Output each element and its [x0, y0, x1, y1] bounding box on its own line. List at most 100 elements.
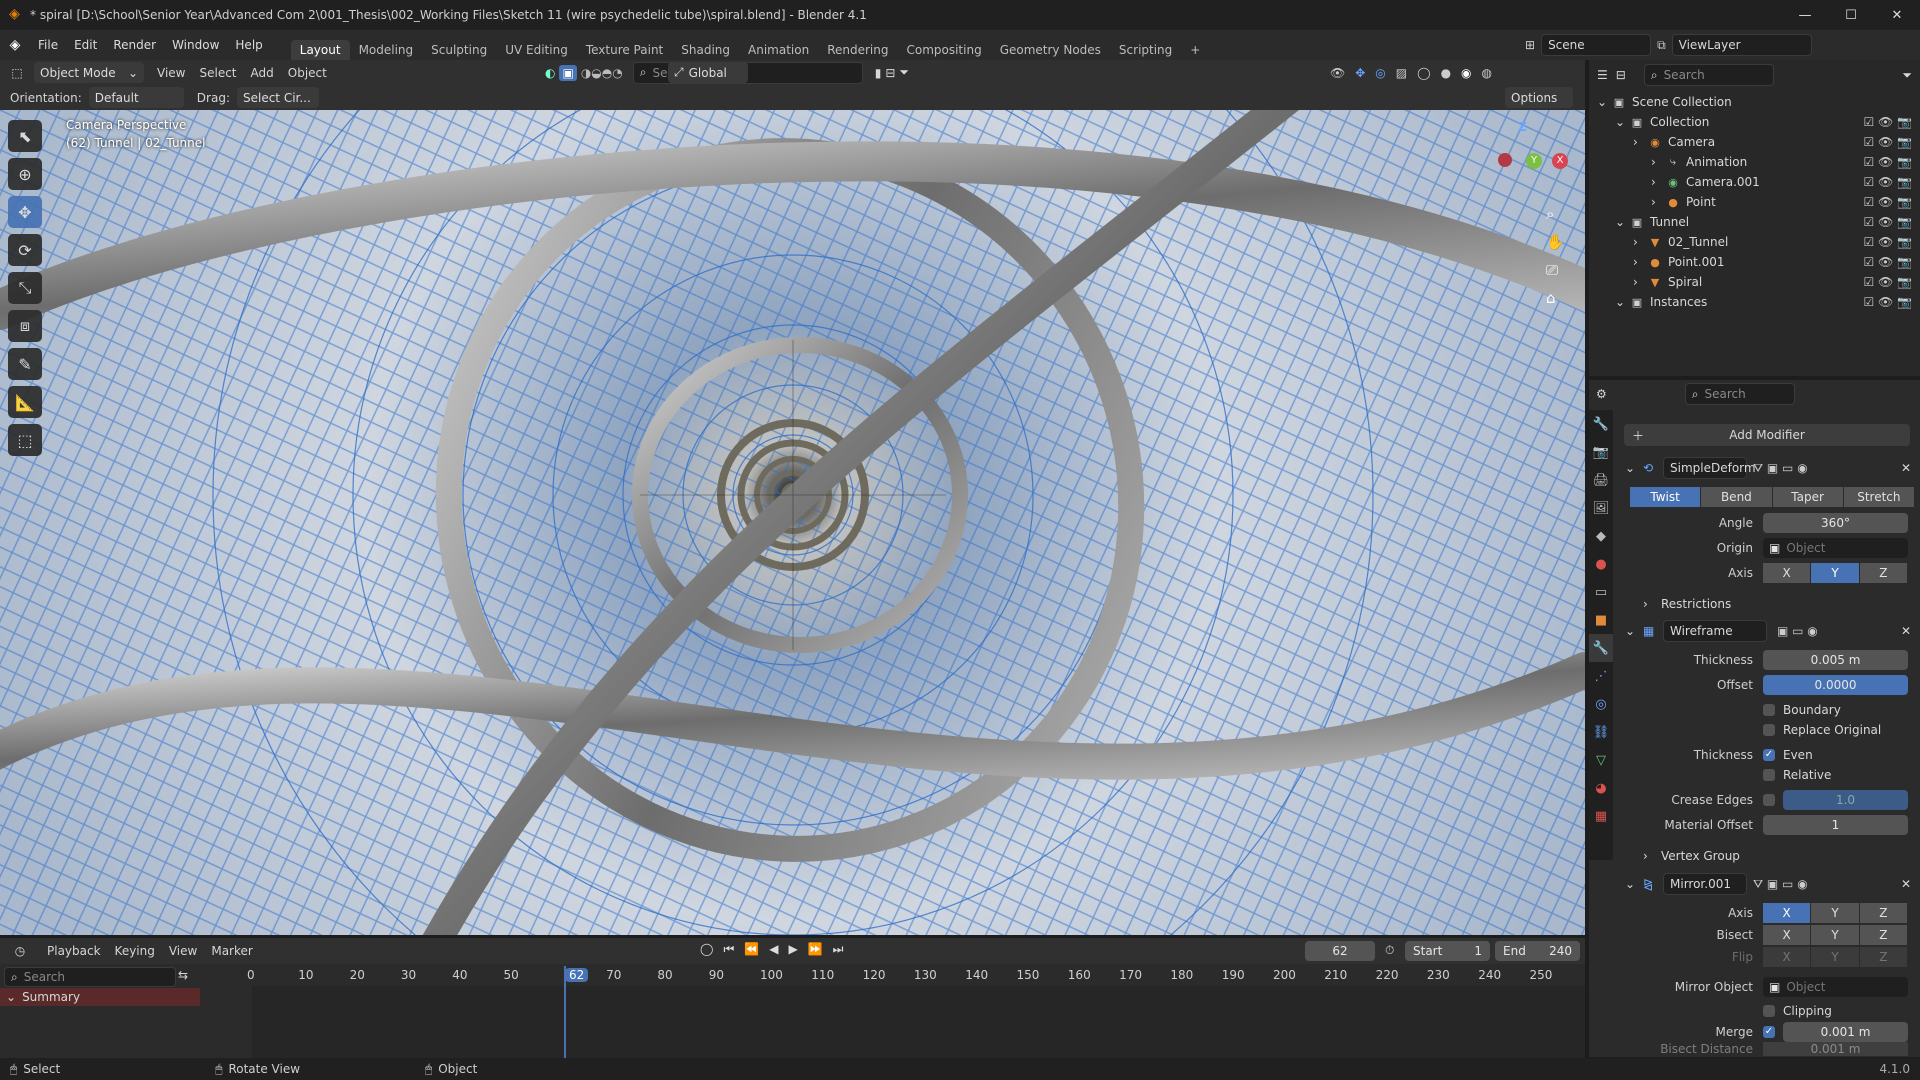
select-mode-icons[interactable]: ◑◒◓◔ — [581, 66, 623, 80]
playhead[interactable] — [564, 966, 566, 1060]
frame-ruler[interactable]: 0 10 20 30 40 50 62 70 80 90 100 110 120 130 140 150 160… — [200, 966, 1585, 986]
offset-field[interactable]: 0.0000 — [1763, 675, 1908, 695]
filter-icon[interactable]: ⏷ — [1902, 68, 1912, 83]
thickness-even-row[interactable]: Thickness ✓ Even — [1625, 744, 1915, 766]
blender-menu-icon[interactable]: ◈ — [0, 37, 30, 53]
visibility-toggles[interactable]: ☑ 👁 📷 — [1863, 175, 1912, 189]
tab-animation[interactable]: Animation — [739, 40, 818, 60]
bookmark-icon[interactable]: ▮ — [875, 66, 882, 80]
deform-axis-z[interactable]: Z — [1859, 563, 1908, 583]
transform-tool-icon[interactable]: ⧈ — [8, 310, 42, 342]
thickness-field[interactable]: 0.005 m — [1763, 650, 1908, 670]
outliner-row[interactable]: ⌄ ▣ Scene Collection — [1589, 92, 1920, 112]
visibility-toggles[interactable]: ☑ 👁 📷 — [1863, 115, 1912, 129]
crease-edges-checkbox[interactable] — [1763, 794, 1775, 806]
rotate-tool-icon[interactable]: ⟳ — [8, 234, 42, 266]
annotate-tool-icon[interactable]: ✎ — [8, 348, 42, 380]
record-icon[interactable]: ◯ — [700, 942, 713, 957]
visibility-icon[interactable]: 👁 — [1330, 66, 1345, 80]
boundary-row[interactable]: Boundary — [1625, 699, 1915, 721]
orientation-dropdown[interactable]: Default — [88, 87, 184, 108]
visibility-toggles[interactable]: ☑ 👁 📷 — [1863, 195, 1912, 209]
bisect-distance-field[interactable]: 0.001 m — [1763, 1042, 1908, 1056]
swap-icon[interactable]: ⇆ — [178, 968, 188, 982]
output-tab-icon[interactable]: 🖨 — [1589, 466, 1613, 494]
xray-icon[interactable]: ▨ — [1396, 66, 1407, 80]
visibility-toggles[interactable]: ☑ 👁 📷 — [1863, 235, 1912, 249]
bisect-axis-z[interactable]: Z — [1859, 925, 1908, 945]
select-tool-icon[interactable]: ⬉ — [8, 120, 42, 152]
mirror-name-field[interactable]: Mirror.001 — [1663, 873, 1747, 895]
data-tab-icon[interactable]: ▽ — [1589, 746, 1613, 774]
play-icon[interactable]: ▶ — [788, 942, 797, 957]
play-reverse-icon[interactable]: ◀ — [769, 942, 778, 957]
replace-original-row[interactable]: Replace Original — [1625, 719, 1915, 741]
outliner-row[interactable]: › ⤷ Animation ☑ 👁 📷 — [1589, 152, 1920, 172]
gizmo-x-axis[interactable]: X — [1552, 153, 1568, 169]
physics-tab-icon[interactable]: ◎ — [1589, 690, 1613, 718]
tab-scripting[interactable]: Scripting — [1110, 40, 1181, 60]
visibility-toggles[interactable]: ☑ 👁 📷 — [1863, 275, 1912, 289]
pan-hand-icon[interactable]: ✋ — [1546, 233, 1565, 251]
add-modifier-button[interactable]: ＋ Add Modifier — [1624, 424, 1910, 446]
jump-start-icon[interactable]: ⏮ — [723, 942, 734, 957]
outliner-row[interactable]: › ▼ 02_Tunnel ☑ 👁 📷 — [1589, 232, 1920, 252]
vertex-group-subpanel[interactable]: › Vertex Group — [1625, 845, 1915, 867]
playback-menu[interactable]: Playback — [40, 944, 108, 958]
visibility-toggles[interactable]: ☑ 👁 📷 — [1863, 295, 1912, 309]
deform-mode-segmented[interactable]: Twist Bend Taper Stretch — [1630, 487, 1915, 507]
mode-taper[interactable]: Taper — [1772, 487, 1844, 507]
add-cube-tool-icon[interactable]: ⬚ — [8, 424, 42, 456]
deform-axis-x[interactable]: X — [1763, 563, 1812, 583]
flip-axis-z[interactable]: Z — [1859, 947, 1908, 967]
chevron-icon[interactable]: ⌄ — [1615, 295, 1629, 309]
origin-object-field[interactable]: ▣ Object — [1763, 538, 1908, 558]
merge-checkbox[interactable]: ✓ — [1763, 1026, 1775, 1038]
prev-keyframe-icon[interactable]: ⏪ — [744, 942, 759, 957]
menu-edit[interactable]: Edit — [66, 38, 105, 52]
move-tool-icon[interactable]: ✥ — [8, 196, 42, 228]
menu-view[interactable]: View — [150, 66, 192, 80]
visibility-toggles[interactable]: ☑ 👁 📷 — [1863, 155, 1912, 169]
angle-field[interactable]: 360° — [1763, 513, 1908, 533]
timeline-search-input[interactable]: ⌕ Search — [4, 967, 176, 987]
scene-tab-icon[interactable]: ◆ — [1589, 522, 1613, 550]
relative-row[interactable]: Relative — [1625, 764, 1915, 786]
overlay-icon[interactable]: ◎ — [1375, 66, 1385, 80]
start-frame-field[interactable]: Start 1 — [1405, 941, 1490, 961]
modifier-toggle-icons[interactable]: ▣ ▭ ◉ — [1777, 624, 1818, 638]
mode-dropdown[interactable]: Object Mode ⌄ — [34, 62, 144, 83]
chevron-down-icon[interactable]: ⌄ — [1625, 877, 1643, 891]
stopwatch-icon[interactable]: ⏱ — [1385, 943, 1394, 958]
chevron-icon[interactable]: ⌄ — [1597, 95, 1611, 109]
constraints-tab-icon[interactable]: ⛓ — [1589, 718, 1613, 746]
restrictions-subpanel[interactable]: › Restrictions — [1625, 593, 1915, 615]
properties-search-input[interactable]: ⌕ Search — [1684, 383, 1795, 405]
minimize-button[interactable]: — — [1782, 0, 1828, 30]
timeline-view-menu[interactable]: View — [162, 944, 204, 958]
jump-end-icon[interactable]: ⏭ — [833, 942, 844, 957]
gizmo-neg-x[interactable] — [1498, 153, 1512, 167]
mode-stretch[interactable]: Stretch — [1843, 487, 1915, 507]
add-workspace-button[interactable]: + — [1181, 40, 1209, 60]
zoom-icon[interactable]: ⌕ — [1546, 205, 1565, 223]
mirror-axis-z[interactable]: Z — [1859, 903, 1908, 923]
chevron-down-icon[interactable]: ⌄ — [1625, 461, 1643, 475]
world-tab-icon[interactable]: ● — [1589, 550, 1613, 578]
drag-dropdown[interactable]: Select Cir... — [236, 87, 319, 108]
scale-tool-icon[interactable]: ⤡ — [8, 272, 42, 304]
flip-axis-y[interactable]: Y — [1811, 947, 1860, 967]
chevron-icon[interactable]: › — [1633, 255, 1647, 269]
gizmo-y-axis[interactable]: Y — [1526, 153, 1542, 169]
modifier-tab-icon[interactable]: 🔧 — [1589, 634, 1613, 662]
tab-texture-paint[interactable]: Texture Paint — [577, 40, 672, 60]
rendered-shading-icon[interactable]: ◍ — [1482, 66, 1492, 80]
current-frame-field[interactable]: 62 — [1305, 941, 1375, 961]
tab-shading[interactable]: Shading — [672, 40, 739, 60]
camera-view-icon[interactable]: ⎚ — [1546, 261, 1565, 279]
end-frame-field[interactable]: End 240 — [1495, 941, 1580, 961]
particles-tab-icon[interactable]: ⋰ — [1589, 662, 1613, 690]
bisect-axis-segmented[interactable]: X Y Z — [1763, 925, 1908, 945]
tool-tab-icon[interactable]: 🔧 — [1589, 410, 1613, 438]
texture-tab-icon[interactable]: ▦ — [1589, 802, 1613, 830]
